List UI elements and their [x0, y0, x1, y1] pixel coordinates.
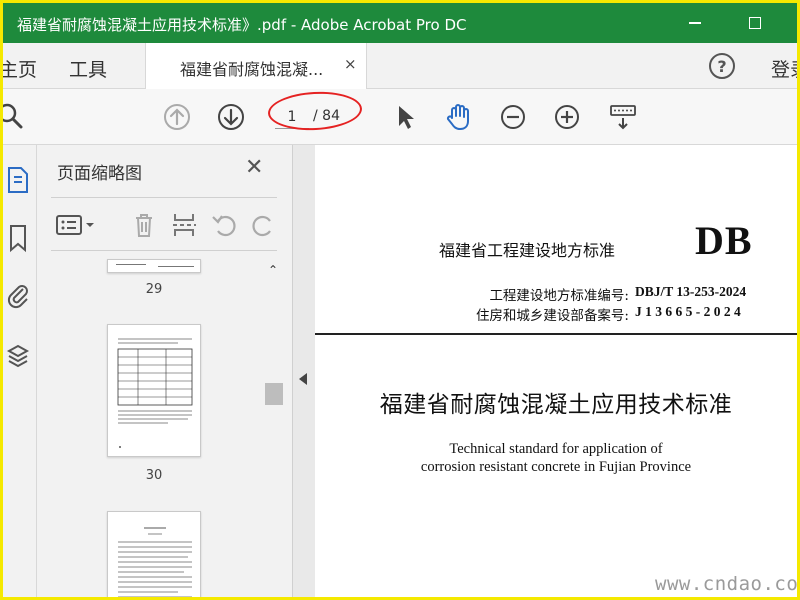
- page-thumbnails-icon[interactable]: [5, 165, 31, 195]
- rotate-right-icon[interactable]: [249, 210, 279, 240]
- help-icon[interactable]: ?: [709, 53, 735, 79]
- panel-toolbar: [51, 197, 277, 251]
- select-cursor-icon[interactable]: [389, 101, 421, 133]
- thumbnail-label-30: 30: [145, 468, 163, 483]
- document-title-cn: 福建省耐腐蚀混凝土应用技术标准: [379, 392, 733, 418]
- record-number-key: 住房和城乡建设部备案号:: [475, 308, 629, 324]
- collapse-arrow-icon[interactable]: [299, 373, 307, 385]
- bookmark-icon[interactable]: [5, 223, 31, 253]
- attachment-icon[interactable]: [5, 281, 31, 311]
- thumbnail-page-30[interactable]: [107, 324, 201, 457]
- keyboard-scroll-icon[interactable]: [607, 101, 639, 133]
- header-rule: [315, 333, 797, 335]
- panel-title: 页面缩略图: [57, 164, 142, 184]
- scroll-up-icon[interactable]: ⌃: [268, 263, 278, 277]
- left-rail: [3, 145, 37, 597]
- next-page-icon[interactable]: [215, 101, 247, 133]
- panel-collapse-strip[interactable]: [293, 145, 315, 597]
- maximize-icon: [749, 17, 761, 29]
- title-bar: 福建省耐腐蚀混凝土应用技术标准》.pdf - Adobe Acrobat Pro…: [3, 3, 797, 43]
- main-toolbar: 1 / 84: [3, 89, 797, 145]
- standard-number-value: DBJ/T 13-253-2024: [635, 284, 747, 299]
- thumbnail-31-content: [118, 527, 192, 597]
- delete-icon[interactable]: [129, 210, 159, 240]
- previous-page-icon[interactable]: [161, 101, 193, 133]
- standard-category: 福建省工程建设地方标准: [439, 241, 616, 260]
- thumbnail-page-29[interactable]: [107, 259, 201, 273]
- tab-close-icon[interactable]: ×: [344, 55, 357, 73]
- layers-icon[interactable]: [5, 341, 31, 371]
- scroll-thumb[interactable]: [265, 383, 283, 405]
- app-window: 福建省耐腐蚀混凝土应用技术标准》.pdf - Adobe Acrobat Pro…: [0, 0, 800, 600]
- split-page-icon[interactable]: [169, 210, 199, 240]
- window-title: 福建省耐腐蚀混凝土应用技术标准》.pdf - Adobe Acrobat Pro…: [17, 16, 467, 34]
- minimize-icon: [689, 22, 701, 24]
- zoom-in-icon[interactable]: [551, 101, 583, 133]
- document-view: 福建省工程建设地方标准 DB 工程建设地方标准编号: DBJ/T 13-253-…: [315, 145, 797, 597]
- search-icon[interactable]: [0, 101, 27, 133]
- zoom-out-icon[interactable]: [497, 101, 529, 133]
- tab-home[interactable]: 主页: [3, 55, 37, 82]
- minimize-button[interactable]: [675, 9, 715, 37]
- login-link[interactable]: 登录: [771, 55, 797, 82]
- tab-bar: 主页 工具 福建省耐腐蚀混凝... × ? 登录: [3, 43, 797, 89]
- tab-tools[interactable]: 工具: [69, 55, 107, 82]
- standard-number-key: 工程建设地方标准编号:: [489, 288, 629, 304]
- panel-close-icon[interactable]: ✕: [245, 155, 263, 180]
- maximize-button[interactable]: [735, 9, 775, 37]
- tab-document-label: 福建省耐腐蚀混凝...: [180, 60, 324, 79]
- thumbnail-30-content: [117, 338, 193, 448]
- thumbnail-scrollbar[interactable]: ⌃ ⌄: [265, 259, 283, 597]
- tab-document[interactable]: 福建省耐腐蚀混凝... ×: [145, 43, 367, 89]
- scroll-down-icon[interactable]: ⌄: [268, 591, 278, 597]
- options-menu-icon[interactable]: [55, 210, 99, 240]
- record-number-value: J 1 3 6 6 5 - 2 0 2 4: [635, 304, 741, 319]
- thumbnail-label-29: 29: [145, 282, 163, 297]
- thumbnail-panel: 页面缩略图 ✕ 29 30 ⌃ ⌄: [37, 145, 293, 597]
- thumbnail-page-31[interactable]: [107, 511, 201, 597]
- document-title-en-line1: Technical standard for application of: [449, 441, 663, 457]
- rotate-left-icon[interactable]: [209, 210, 239, 240]
- db-logo: DB: [695, 218, 753, 263]
- watermark: www.cndao.com: [655, 573, 800, 595]
- document-title-en-line2: corrosion resistant concrete in Fujian P…: [420, 459, 692, 475]
- hand-tool-icon[interactable]: [443, 101, 475, 133]
